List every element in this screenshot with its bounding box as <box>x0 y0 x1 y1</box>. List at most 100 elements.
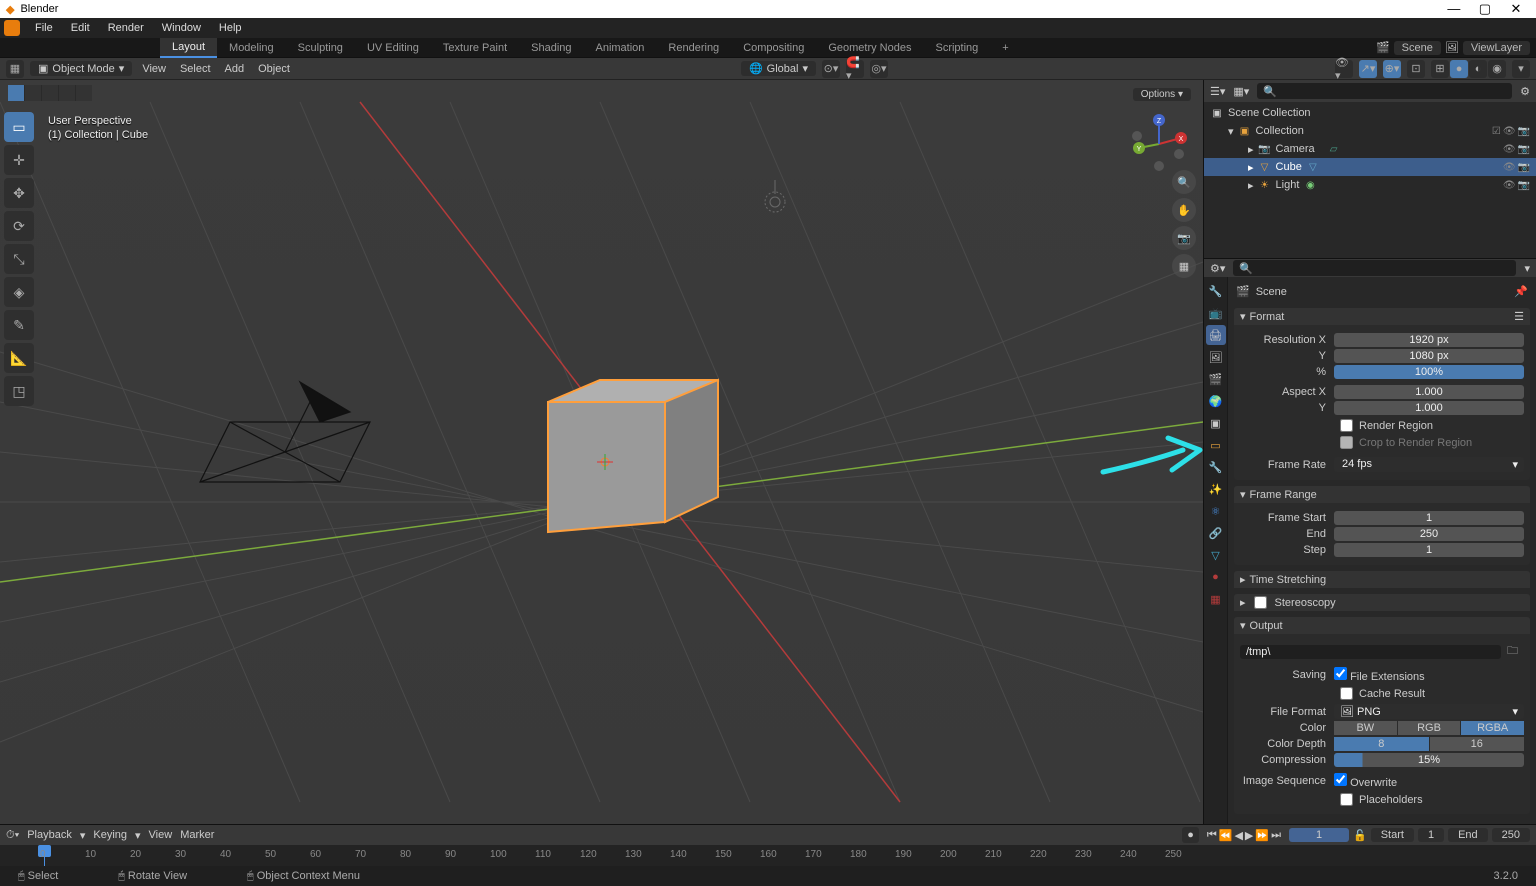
folder-browse-icon[interactable]: 🗀 <box>1501 642 1524 661</box>
tool-add-primitive[interactable]: ◳ <box>4 376 34 406</box>
cache-result-checkbox[interactable] <box>1340 687 1353 700</box>
render-icon[interactable]: 📷 <box>1518 180 1530 191</box>
placeholders-checkbox[interactable] <box>1340 793 1353 806</box>
panel-stereoscopy-header[interactable]: ▸ Stereoscopy <box>1234 594 1530 611</box>
prop-tab-scene[interactable]: 🎬 <box>1206 369 1226 389</box>
frame-start-field[interactable]: 1 <box>1334 511 1524 525</box>
navigation-gizmo[interactable]: X Y Z <box>1129 114 1189 174</box>
tool-rotate[interactable]: ⟳ <box>4 211 34 241</box>
disclosure-icon[interactable]: ▸ <box>1248 179 1254 192</box>
workspace-tab-sculpting[interactable]: Sculpting <box>286 39 355 57</box>
viewport-3d[interactable]: Options ▾ User Perspective (1) Collectio… <box>0 80 1203 824</box>
prop-tab-viewlayer[interactable]: 🖼 <box>1206 347 1226 367</box>
overlay-toggle[interactable]: ⊕▾ <box>1383 60 1401 78</box>
prop-tab-tool[interactable]: 🔧 <box>1206 281 1226 301</box>
overwrite-checkbox[interactable] <box>1334 773 1347 786</box>
viewlayer-selector[interactable]: ViewLayer <box>1463 41 1530 55</box>
viewport-menu-view[interactable]: View <box>138 63 170 75</box>
camera-view-button[interactable]: 📷 <box>1172 226 1196 250</box>
outliner-scene-collection[interactable]: ▣ Scene Collection <box>1204 104 1536 122</box>
jump-end-button[interactable]: ⏭ <box>1271 829 1281 842</box>
file-format-selector[interactable]: 🖼 PNG▾ <box>1334 704 1524 719</box>
prop-tab-output[interactable]: 🖨 <box>1206 325 1226 345</box>
outliner-collection[interactable]: ▾ ▣ Collection ☑👁📷 <box>1204 122 1536 140</box>
play-reverse-button[interactable]: ◀ <box>1234 829 1242 842</box>
render-icon[interactable]: 📷 <box>1518 126 1530 137</box>
menu-file[interactable]: File <box>26 22 62 34</box>
prop-tab-modifiers[interactable]: 🔧 <box>1206 457 1226 477</box>
end-frame-field[interactable]: 250 <box>1492 828 1530 842</box>
eye-icon[interactable]: 👁 <box>1503 162 1516 173</box>
prop-tab-collection[interactable]: ▣ <box>1206 413 1226 433</box>
keyframe-prev-button[interactable]: ⏪ <box>1219 829 1233 842</box>
perspective-toggle-button[interactable]: ▦ <box>1172 254 1196 278</box>
outliner-display-mode-icon[interactable]: ▦▾ <box>1233 85 1249 98</box>
workspace-tab-texture-paint[interactable]: Texture Paint <box>431 39 519 57</box>
outliner-filter-button[interactable]: ⚙ <box>1520 85 1530 98</box>
timeline-editor-icon[interactable]: ⏱▾ <box>6 829 19 842</box>
workspace-tab-compositing[interactable]: Compositing <box>731 39 816 57</box>
viewport-menu-add[interactable]: Add <box>221 63 249 75</box>
resolution-percent-field[interactable]: 100% <box>1334 365 1524 379</box>
menu-render[interactable]: Render <box>99 22 153 34</box>
prop-tab-constraints[interactable]: 🔗 <box>1206 523 1226 543</box>
color-rgba-button[interactable]: RGBA <box>1461 721 1524 735</box>
color-bw-button[interactable]: BW <box>1334 721 1397 735</box>
scene-selector[interactable]: Scene <box>1394 41 1441 55</box>
workspace-tab-scripting[interactable]: Scripting <box>923 39 990 57</box>
pivot-point-button[interactable]: ⊙▾ <box>822 60 840 78</box>
transform-orientation-selector[interactable]: 🌐 Global▾ <box>741 61 816 76</box>
viewport-menu-object[interactable]: Object <box>254 63 294 75</box>
outliner-editor-icon[interactable]: ☰▾ <box>1210 85 1225 98</box>
tool-transform[interactable]: ◈ <box>4 277 34 307</box>
tool-cursor[interactable]: ✛ <box>4 145 34 175</box>
shading-wireframe-button[interactable]: ⊞ <box>1431 60 1449 78</box>
timeline-menu-marker[interactable]: Marker <box>180 829 214 841</box>
timeline-menu-playback[interactable]: Playback <box>27 829 72 841</box>
workspace-add-button[interactable]: + <box>990 39 1020 57</box>
workspace-tab-layout[interactable]: Layout <box>160 38 217 58</box>
prop-tab-object[interactable]: ▭ <box>1206 435 1226 455</box>
pan-button[interactable]: ✋ <box>1172 198 1196 222</box>
visibility-toggle[interactable]: 👁▾ <box>1335 60 1353 78</box>
render-region-checkbox[interactable] <box>1340 419 1353 432</box>
properties-editor-icon[interactable]: ⚙▾ <box>1210 262 1225 275</box>
panel-output-header[interactable]: ▾ Output <box>1234 617 1530 634</box>
shading-dropdown[interactable]: ▾ <box>1512 60 1530 78</box>
resolution-x-field[interactable]: 1920 px <box>1334 333 1524 347</box>
disclosure-icon[interactable]: ▾ <box>1228 125 1234 138</box>
prop-tab-texture[interactable]: ▦ <box>1206 589 1226 609</box>
eye-icon[interactable]: 👁 <box>1503 144 1516 155</box>
resolution-y-field[interactable]: 1080 px <box>1334 349 1524 363</box>
frame-end-field[interactable]: 250 <box>1334 527 1524 541</box>
prop-tab-world[interactable]: 🌍 <box>1206 391 1226 411</box>
tool-move[interactable]: ✥ <box>4 178 34 208</box>
lock-range-icon[interactable]: 🔓 <box>1353 829 1367 842</box>
tool-select-box[interactable]: ▭ <box>4 112 34 142</box>
prop-tab-material[interactable]: ● <box>1206 567 1226 587</box>
disclosure-icon[interactable]: ▸ <box>1248 161 1254 174</box>
render-icon[interactable]: 📷 <box>1518 144 1530 155</box>
timeline-menu-keying[interactable]: Keying <box>93 829 127 841</box>
timeline-menu-view[interactable]: View <box>149 829 173 841</box>
shading-rendered-button[interactable]: ◉ <box>1488 60 1506 78</box>
panel-frame-range-header[interactable]: ▾ Frame Range <box>1234 486 1530 503</box>
prop-tab-particles[interactable]: ✨ <box>1206 479 1226 499</box>
tool-annotate[interactable]: ✎ <box>4 310 34 340</box>
depth-16-button[interactable]: 16 <box>1430 737 1525 751</box>
outliner-item-cube[interactable]: ▸ ▽ Cube ▽ 👁📷 <box>1204 158 1536 176</box>
color-rgb-button[interactable]: RGB <box>1398 721 1461 735</box>
editor-type-icon[interactable]: ▦ <box>6 60 24 78</box>
menu-window[interactable]: Window <box>153 22 210 34</box>
start-frame-field[interactable]: 1 <box>1418 828 1444 842</box>
panel-presets-icon[interactable]: ☰ <box>1514 310 1524 323</box>
gizmo-toggle[interactable]: ↗▾ <box>1359 60 1377 78</box>
workspace-tab-rendering[interactable]: Rendering <box>656 39 731 57</box>
properties-options-icon[interactable]: ▾ <box>1524 262 1530 275</box>
tool-scale[interactable]: ⤡ <box>4 244 34 274</box>
keyframe-next-button[interactable]: ⏩ <box>1255 829 1269 842</box>
outliner-item-camera[interactable]: ▸ 📷 Camera ▱ 👁📷 <box>1204 140 1536 158</box>
menu-help[interactable]: Help <box>210 22 251 34</box>
panel-time-stretching-header[interactable]: ▸ Time Stretching <box>1234 571 1530 588</box>
prop-tab-render[interactable]: 📺 <box>1206 303 1226 323</box>
